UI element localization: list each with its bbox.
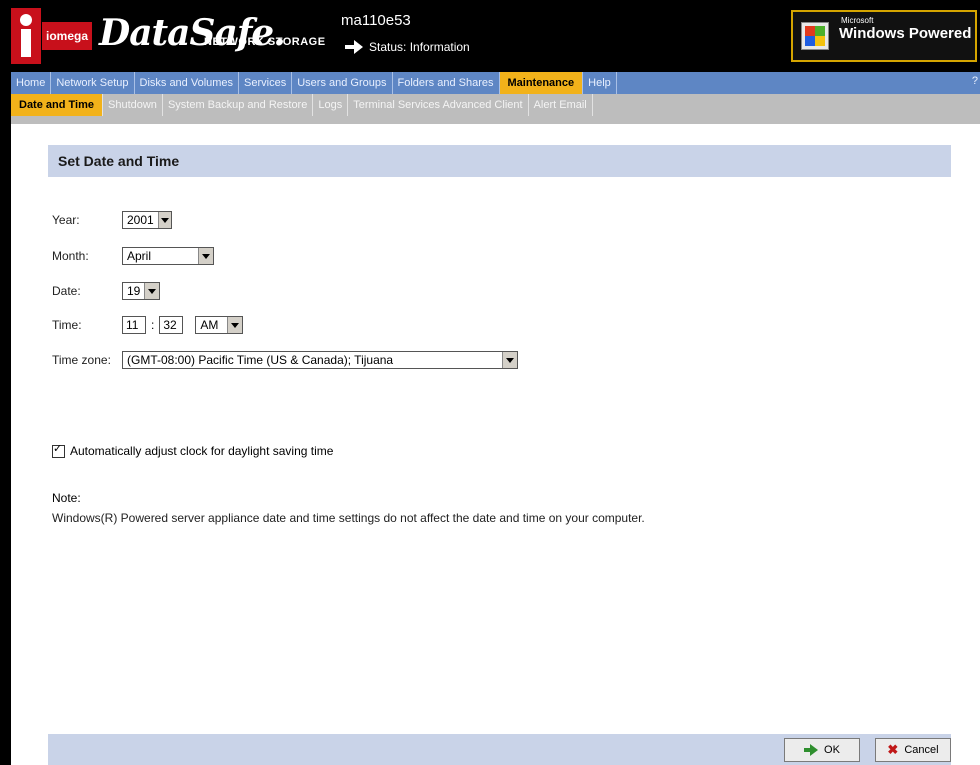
ok-label: OK bbox=[824, 744, 840, 756]
windows-powered-label: Windows Powered bbox=[839, 25, 972, 42]
cancel-label: Cancel bbox=[904, 744, 939, 756]
subtab-terminal-services[interactable]: Terminal Services Advanced Client bbox=[348, 94, 529, 116]
month-select[interactable]: April bbox=[122, 247, 214, 265]
timezone-label: Time zone: bbox=[52, 353, 111, 367]
arrow-right-icon bbox=[804, 744, 819, 756]
tab-network-setup[interactable]: Network Setup bbox=[51, 72, 135, 94]
hostname: ma110e53 bbox=[341, 12, 411, 29]
time-row: Time: 11 : 32 AM bbox=[52, 316, 244, 334]
close-icon: ✖ bbox=[887, 742, 899, 757]
sub-nav: Date and Time Shutdown System Backup and… bbox=[11, 94, 980, 124]
minute-input[interactable]: 32 bbox=[159, 316, 184, 334]
windows-powered-badge: Microsoft Windows Powered bbox=[791, 10, 977, 62]
year-label: Year: bbox=[52, 213, 80, 227]
date-row: Date: 19 bbox=[52, 282, 160, 300]
date-label: Date: bbox=[52, 284, 81, 298]
help-question-link[interactable]: ? bbox=[972, 75, 978, 87]
ampm-select[interactable]: AM bbox=[195, 316, 244, 334]
tab-disks-and-volumes[interactable]: Disks and Volumes bbox=[135, 72, 240, 94]
subtab-system-backup-and-restore[interactable]: System Backup and Restore bbox=[163, 94, 314, 116]
iomega-i-logo bbox=[11, 8, 41, 64]
microsoft-label: Microsoft bbox=[841, 16, 874, 25]
time-label: Time: bbox=[52, 318, 82, 332]
window-frame-edge bbox=[0, 0, 11, 765]
header: iomega DataSafe. NETWORK STORAGE ma110e5… bbox=[11, 0, 980, 72]
subtab-date-and-time[interactable]: Date and Time bbox=[11, 94, 103, 116]
date-value: 19 bbox=[127, 284, 141, 298]
tab-help[interactable]: Help bbox=[583, 72, 617, 94]
chevron-down-icon[interactable] bbox=[502, 352, 517, 368]
chevron-down-icon[interactable] bbox=[198, 248, 213, 264]
month-label: Month: bbox=[52, 249, 89, 263]
tab-maintenance[interactable]: Maintenance bbox=[499, 72, 584, 94]
status-arrow-icon bbox=[345, 40, 363, 54]
subtab-logs[interactable]: Logs bbox=[313, 94, 349, 116]
year-row: Year: 2001 bbox=[52, 211, 172, 229]
cancel-button[interactable]: ✖ Cancel bbox=[875, 738, 951, 762]
month-row: Month: April bbox=[52, 247, 214, 265]
hour-input[interactable]: 11 bbox=[122, 316, 146, 334]
subtab-shutdown[interactable]: Shutdown bbox=[103, 94, 163, 116]
tab-home[interactable]: Home bbox=[11, 72, 52, 94]
timezone-value: (GMT-08:00) Pacific Time (US & Canada); … bbox=[127, 353, 394, 367]
network-storage-label: NETWORK STORAGE bbox=[204, 36, 326, 48]
tab-folders-and-shares[interactable]: Folders and Shares bbox=[393, 72, 500, 94]
month-value: April bbox=[127, 249, 152, 263]
timezone-row: Time zone: (GMT-08:00) Pacific Time (US … bbox=[52, 351, 518, 369]
year-value: 2001 bbox=[127, 213, 154, 227]
note-text: Windows(R) Powered server appliance date… bbox=[52, 511, 645, 525]
windows-flag-icon bbox=[801, 22, 829, 50]
page: iomega DataSafe. NETWORK STORAGE ma110e5… bbox=[11, 0, 980, 765]
timezone-select[interactable]: (GMT-08:00) Pacific Time (US & Canada); … bbox=[122, 351, 518, 369]
time-separator: : bbox=[151, 318, 155, 332]
year-select[interactable]: 2001 bbox=[122, 211, 172, 229]
chevron-down-icon[interactable] bbox=[144, 283, 159, 299]
status-indicator[interactable]: Status: Information bbox=[345, 40, 470, 54]
tab-users-and-groups[interactable]: Users and Groups bbox=[292, 72, 393, 94]
main-nav: Home Network Setup Disks and Volumes Ser… bbox=[11, 72, 980, 94]
status-text: Status: Information bbox=[369, 40, 470, 54]
ok-button[interactable]: OK bbox=[784, 738, 860, 762]
tab-services[interactable]: Services bbox=[239, 72, 293, 94]
page-title: Set Date and Time bbox=[48, 145, 951, 177]
iomega-logo: iomega bbox=[42, 22, 92, 50]
dst-checkbox[interactable] bbox=[52, 442, 65, 458]
note-heading: Note: bbox=[52, 491, 81, 505]
chevron-down-icon[interactable] bbox=[157, 212, 171, 228]
footer-bar: OK ✖ Cancel bbox=[48, 734, 951, 765]
chevron-down-icon[interactable] bbox=[227, 317, 243, 333]
dst-option: Automatically adjust clock for daylight … bbox=[52, 442, 334, 458]
subtab-alert-email[interactable]: Alert Email bbox=[529, 94, 593, 116]
date-select[interactable]: 19 bbox=[122, 282, 160, 300]
dst-label: Automatically adjust clock for daylight … bbox=[70, 444, 334, 458]
ampm-value: AM bbox=[200, 318, 219, 332]
